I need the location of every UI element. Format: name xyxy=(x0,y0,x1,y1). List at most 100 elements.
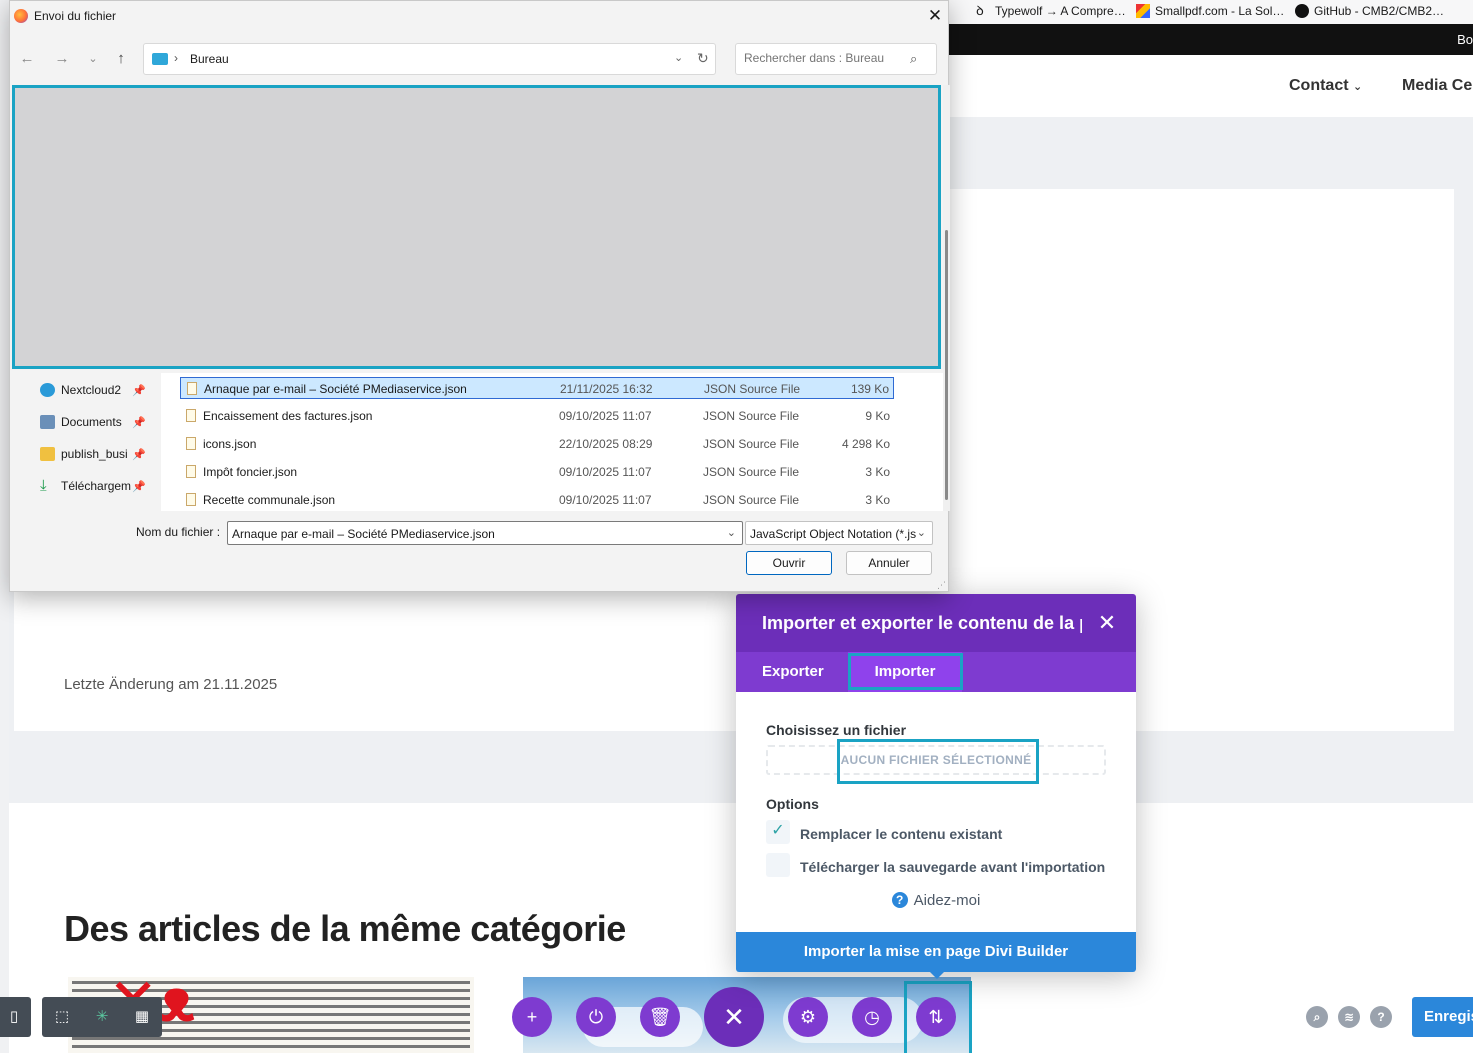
search-input[interactable] xyxy=(744,51,904,65)
file-row[interactable]: Recette communale.json 09/10/2025 11:07 … xyxy=(180,489,894,511)
bookmark-github[interactable]: GitHub - CMB2/CMB2… xyxy=(1295,2,1444,20)
import-layout-button[interactable]: Importer la mise en page Divi Builder xyxy=(736,932,1136,972)
toolbar-left-edge[interactable]: ▯ xyxy=(0,997,31,1037)
filename-input[interactable]: Arnaque par e-mail – Société PMediaservi… xyxy=(227,521,743,545)
click-mode-icon[interactable]: ⬚ xyxy=(52,1007,72,1027)
desktop-folder-icon xyxy=(152,53,168,65)
hover-mode-icon[interactable]: ✳ xyxy=(92,1007,112,1027)
backup-checkbox[interactable] xyxy=(766,853,790,877)
smallpdf-icon xyxy=(1136,4,1150,18)
bookmark-smallpdf[interactable]: Smallpdf.com - La Sol… xyxy=(1136,2,1284,20)
plus-icon: + xyxy=(526,1007,538,1027)
bookmark-label: Smallpdf.com - La Sol… xyxy=(1155,4,1285,18)
chevron-down-icon[interactable]: ⌄ xyxy=(674,51,683,64)
nextcloud-icon xyxy=(40,383,55,397)
search-box[interactable]: ⌕ xyxy=(735,43,937,75)
site-navigation: Contact ⌄ Media Cen xyxy=(948,55,1473,117)
back-arrow-icon[interactable]: ← xyxy=(16,49,38,69)
open-button[interactable]: Ouvrir xyxy=(746,551,832,575)
filetype-select[interactable]: JavaScript Object Notation (*.js ⌄ xyxy=(745,521,933,545)
file-type: JSON Source File xyxy=(703,409,800,423)
json-file-icon xyxy=(186,437,196,450)
options-label: Options xyxy=(766,796,819,812)
highlight-file-zone xyxy=(837,739,1039,784)
file-type: JSON Source File xyxy=(703,465,800,479)
folder-icon xyxy=(40,447,55,461)
nav-item-publish[interactable]: publish_busi 📌 xyxy=(40,443,146,465)
highlight-import-tab xyxy=(848,653,963,690)
nav-item-label: Documents xyxy=(61,415,122,429)
replace-content-checkbox[interactable]: ✓ xyxy=(766,820,790,844)
pin-icon: 📌 xyxy=(132,480,146,493)
nav-item-label: Nextcloud2 xyxy=(61,383,122,397)
file-type: JSON Source File xyxy=(703,493,800,507)
page-settings-button[interactable]: ⚙ xyxy=(788,997,828,1037)
refresh-icon[interactable]: ↻ xyxy=(697,50,709,67)
add-module-button[interactable]: + xyxy=(512,997,552,1037)
github-icon xyxy=(1295,4,1309,18)
file-size: 139 Ko xyxy=(850,382,889,396)
clock-icon: ◷ xyxy=(864,1007,880,1027)
forward-arrow-icon[interactable]: → xyxy=(51,49,73,69)
clear-layout-button[interactable]: 🗑 xyxy=(640,997,680,1037)
load-layout-button[interactable]: ⏻ xyxy=(576,997,616,1037)
view-mode-toolbar: ⬚ ✳ ▦ xyxy=(42,997,162,1037)
recent-locations-icon[interactable]: ⌄ xyxy=(82,49,104,69)
modal-close-button[interactable]: ✕ xyxy=(1092,608,1122,638)
nav-item-downloads[interactable]: ⤓ Téléchargem 📌 xyxy=(40,475,146,497)
help-icon[interactable]: ? xyxy=(1370,1006,1392,1028)
file-name: icons.json xyxy=(203,437,257,451)
section-title: Des articles de la même catégorie xyxy=(64,908,626,949)
bookmark-label: Typewolf → A Compre… xyxy=(995,4,1126,18)
file-row[interactable]: icons.json 22/10/2025 08:29 JSON Source … xyxy=(180,433,894,455)
nav-item-contact[interactable]: Contact ⌄ xyxy=(1289,77,1362,95)
resize-grip-icon[interactable]: ⋰ xyxy=(937,580,946,591)
file-row[interactable]: Arnaque par e-mail – Société PMediaservi… xyxy=(180,377,894,399)
filename-value: Arnaque par e-mail – Société PMediaservi… xyxy=(232,527,495,541)
file-row[interactable]: Encaissement des factures.json 09/10/202… xyxy=(180,405,894,427)
file-date: 09/10/2025 11:07 xyxy=(559,493,652,507)
file-row[interactable]: Impôt foncier.json 09/10/2025 11:07 JSON… xyxy=(180,461,894,483)
scrollbar[interactable] xyxy=(943,85,950,511)
choose-file-label: Choisissez un fichier xyxy=(766,722,907,738)
bookmark-typewolf[interactable]: ꝺ Typewolf → A Compre… xyxy=(976,2,1126,20)
file-size: 3 Ko xyxy=(865,465,890,479)
nav-item-nextcloud[interactable]: Nextcloud2 📌 xyxy=(40,379,146,401)
json-file-icon xyxy=(186,409,196,422)
file-date: 21/11/2025 16:32 xyxy=(560,382,653,396)
admin-bar: Bo xyxy=(948,24,1473,55)
pin-icon: 📌 xyxy=(132,416,146,429)
pin-icon: 📌 xyxy=(132,448,146,461)
checkmark-icon: ✓ xyxy=(771,822,785,839)
history-button[interactable]: ◷ xyxy=(852,997,892,1037)
layers-icon[interactable]: ≋ xyxy=(1338,1006,1360,1028)
tab-export[interactable]: Exporter xyxy=(736,652,848,692)
nav-item-media-center[interactable]: Media Cen xyxy=(1402,77,1473,95)
cancel-button[interactable]: Annuler xyxy=(846,551,932,575)
chevron-right-icon: › xyxy=(174,51,178,65)
dialog-close-button[interactable]: ✕ xyxy=(924,5,946,27)
grid-mode-icon[interactable]: ▦ xyxy=(132,1007,152,1027)
file-type: JSON Source File xyxy=(703,437,800,451)
save-button[interactable]: Enregistrer xyxy=(1412,997,1473,1037)
nav-item-documents[interactable]: Documents 📌 xyxy=(40,411,146,433)
file-name: Recette communale.json xyxy=(203,493,336,507)
filetype-value: JavaScript Object Notation (*.js xyxy=(750,527,917,541)
modal-header: Importer et exporter le contenu de la pa… xyxy=(736,594,1136,652)
download-icon: ⤓ xyxy=(40,477,47,494)
json-file-icon xyxy=(186,465,196,478)
scrollbar-thumb[interactable] xyxy=(945,230,948,500)
file-name: Arnaque par e-mail – Société PMediaservi… xyxy=(204,382,467,396)
filename-label: Nom du fichier : xyxy=(136,525,221,539)
redacted-area xyxy=(12,85,941,369)
help-link[interactable]: ? Aidez-moi xyxy=(736,892,1136,909)
address-path: Bureau xyxy=(190,52,229,66)
json-file-icon xyxy=(186,493,196,506)
up-arrow-icon[interactable]: ↑ xyxy=(110,49,132,69)
search-icon[interactable]: ⌕ xyxy=(1306,1006,1328,1028)
close-builder-button[interactable]: ✕ xyxy=(704,987,764,1047)
chevron-down-icon[interactable]: ⌄ xyxy=(727,526,736,539)
address-bar[interactable]: › Bureau ⌄ ↻ xyxy=(143,43,716,75)
power-icon: ⏻ xyxy=(588,1007,604,1027)
admin-bar-text: Bo xyxy=(1457,32,1473,47)
